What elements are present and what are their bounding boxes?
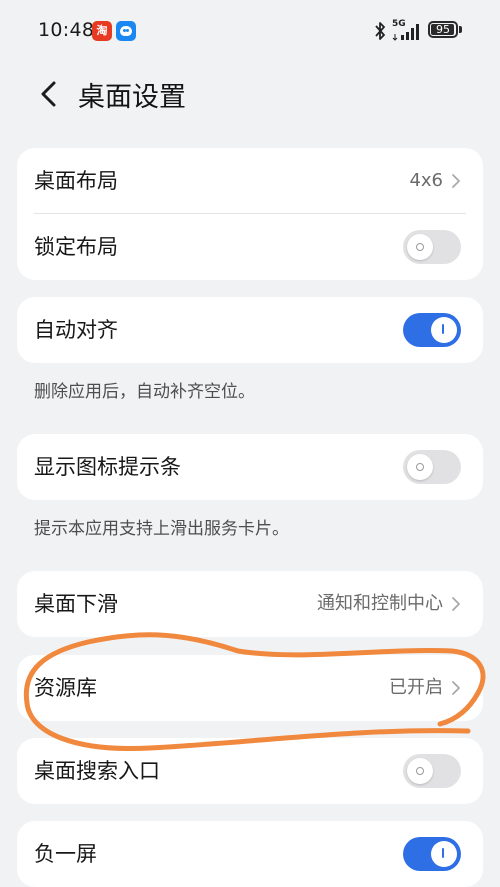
messaging-app-icon <box>116 21 136 41</box>
icon-hint-label: 显示图标提示条 <box>34 455 181 479</box>
app-library-label: 资源库 <box>34 676 97 700</box>
app-library-row[interactable]: 资源库 已开启 <box>17 655 483 721</box>
search-entry-row: 桌面搜索入口 <box>17 738 483 804</box>
swipe-down-card: 桌面下滑 通知和控制中心 <box>17 571 483 637</box>
search-entry-toggle[interactable] <box>403 754 461 788</box>
lock-layout-label: 锁定布局 <box>34 235 118 259</box>
bluetooth-icon <box>375 22 385 40</box>
swipe-down-value: 通知和控制中心 <box>317 593 443 614</box>
battery-tip <box>459 26 462 33</box>
layout-value: 4x6 <box>409 170 443 191</box>
status-time: 10:48 <box>38 19 95 41</box>
status-bar: 10:48 淘 5G 95 <box>0 0 500 62</box>
minus-one-screen-toggle[interactable] <box>403 837 461 871</box>
icon-hint-card: 显示图标提示条 <box>17 434 483 500</box>
signal-icon <box>392 24 419 41</box>
chevron-right-icon <box>452 681 460 695</box>
search-entry-card: 桌面搜索入口 <box>17 738 483 804</box>
minus-one-screen-label: 负一屏 <box>34 842 97 866</box>
icon-hint-toggle[interactable] <box>403 450 461 484</box>
chevron-right-icon <box>452 597 460 611</box>
auto-align-row: 自动对齐 <box>17 297 483 363</box>
auto-align-label: 自动对齐 <box>34 318 118 342</box>
lock-layout-row: 锁定布局 <box>17 214 483 280</box>
lock-layout-toggle[interactable] <box>403 230 461 264</box>
taobao-app-icon: 淘 <box>92 21 112 41</box>
swipe-down-label: 桌面下滑 <box>34 592 118 616</box>
minus-one-screen-card: 负一屏 <box>17 821 483 887</box>
chevron-right-icon <box>452 174 460 188</box>
minus-one-screen-row: 负一屏 <box>17 821 483 887</box>
layout-label: 桌面布局 <box>34 169 118 193</box>
layout-row[interactable]: 桌面布局 4x6 <box>17 148 483 214</box>
back-arrow-icon[interactable] <box>30 74 70 114</box>
app-library-card: 资源库 已开启 <box>17 655 483 721</box>
battery-level: 95 <box>436 23 450 36</box>
search-entry-label: 桌面搜索入口 <box>34 759 160 783</box>
page-title: 桌面设置 <box>78 82 186 113</box>
app-library-value: 已开启 <box>389 677 443 698</box>
auto-align-toggle[interactable] <box>403 313 461 347</box>
icon-hint-description: 提示本应用支持上滑出服务卡片。 <box>34 519 289 539</box>
auto-align-card: 自动对齐 <box>17 297 483 363</box>
layout-card: 桌面布局 4x6 锁定布局 <box>17 148 483 280</box>
battery-icon: 95 <box>428 21 458 38</box>
swipe-down-row[interactable]: 桌面下滑 通知和控制中心 <box>17 571 483 637</box>
icon-hint-row: 显示图标提示条 <box>17 434 483 500</box>
auto-align-hint: 删除应用后，自动补齐空位。 <box>34 382 255 402</box>
header: 桌面设置 <box>0 62 500 126</box>
